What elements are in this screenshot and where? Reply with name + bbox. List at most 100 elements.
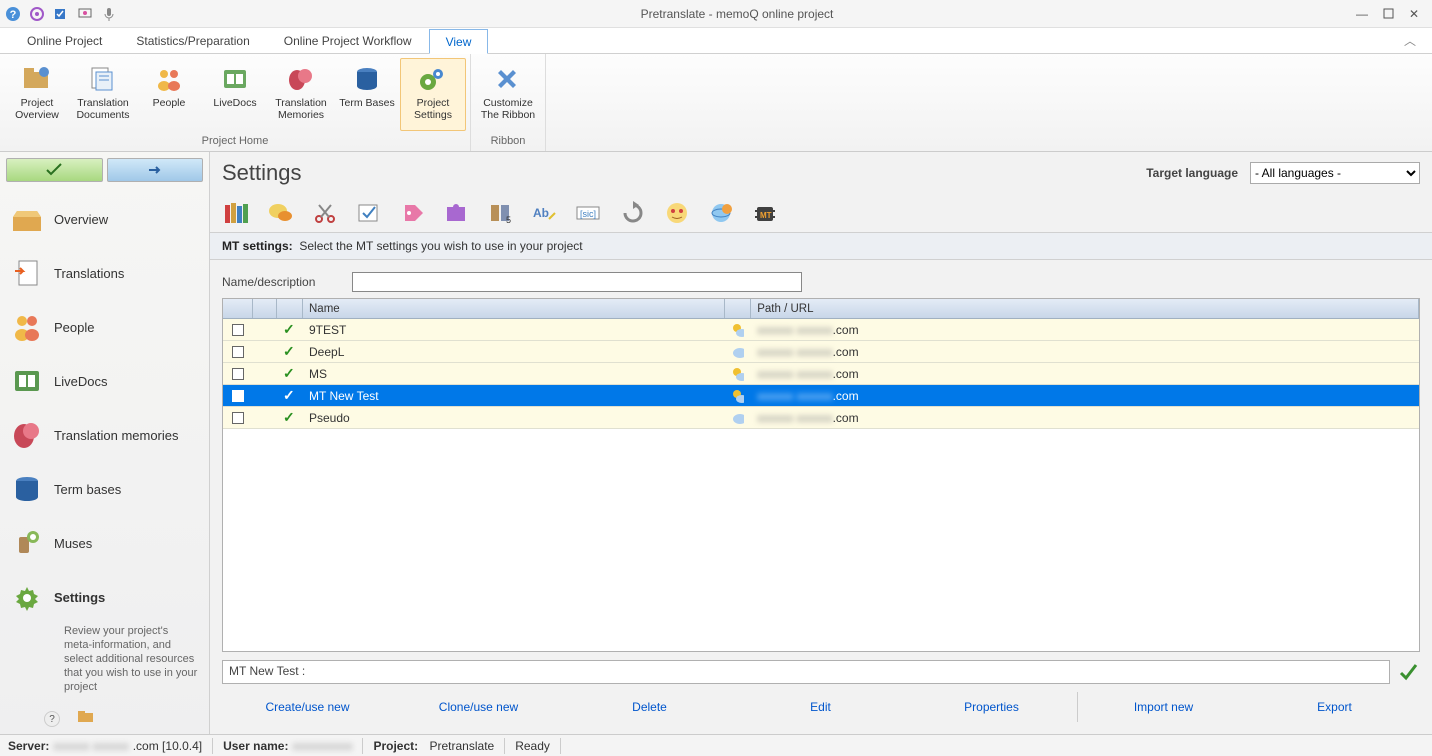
ribbon-translation-memories[interactable]: Translation Memories bbox=[268, 58, 334, 131]
ribbon-group-title: Ribbon bbox=[471, 133, 545, 151]
tb-sic-icon[interactable]: [sic] bbox=[574, 200, 604, 226]
sidebar-item-overview[interactable]: Overview bbox=[0, 192, 209, 246]
translation-documents-icon bbox=[87, 63, 119, 95]
table-row[interactable]: ✓9TESTxxxxxx xxxxxx.com bbox=[223, 319, 1419, 341]
filter-label: Name/description bbox=[222, 275, 342, 289]
mode-button-commit[interactable] bbox=[6, 158, 103, 182]
muses-nav-icon bbox=[10, 526, 44, 560]
row-name: MT New Test bbox=[303, 385, 725, 406]
action-create-use-new[interactable]: Create/use new bbox=[222, 690, 393, 724]
sidebar-item-people[interactable]: People bbox=[0, 300, 209, 354]
ribbon-project-settings[interactable]: Project Settings bbox=[400, 58, 466, 131]
ribbon-livedocs[interactable]: LiveDocs bbox=[202, 58, 268, 131]
ribbon-translation-documents[interactable]: Translation Documents bbox=[70, 58, 136, 131]
help-desc-icon[interactable]: ? bbox=[44, 711, 60, 727]
table-row[interactable]: ✓DeepLxxxxxx xxxxxx.com bbox=[223, 341, 1419, 363]
sidebar-item-muses[interactable]: Muses bbox=[0, 516, 209, 570]
row-checkbox[interactable] bbox=[223, 341, 253, 362]
sb-project-label: Project: bbox=[373, 739, 418, 753]
header-name[interactable]: Name bbox=[303, 299, 725, 318]
ribbon-project-overview[interactable]: Project Overview bbox=[4, 58, 70, 131]
people-nav-icon bbox=[10, 310, 44, 344]
sb-sep bbox=[212, 738, 213, 754]
ribbon-group-title: Project Home bbox=[0, 133, 470, 151]
row-status-icon: ✓ bbox=[277, 319, 303, 340]
window-title: Pretranslate - memoQ online project bbox=[118, 7, 1356, 21]
table-row[interactable]: ✓MT New Testxxxxxx xxxxxx.com bbox=[223, 385, 1419, 407]
row-checkbox[interactable] bbox=[223, 363, 253, 384]
mic-icon[interactable] bbox=[100, 5, 118, 23]
tb-puzzle-icon[interactable] bbox=[442, 200, 472, 226]
livedocs-nav-icon bbox=[10, 364, 44, 398]
tb-books-icon[interactable] bbox=[222, 200, 252, 226]
detail-box: MT New Test : bbox=[222, 660, 1390, 684]
sidebar-item-livedocs[interactable]: LiveDocs bbox=[0, 354, 209, 408]
tb-globe-icon[interactable] bbox=[706, 200, 736, 226]
tb-abc-icon[interactable]: Ab bbox=[530, 200, 560, 226]
tab-view[interactable]: View bbox=[429, 29, 489, 54]
action-import-new[interactable]: Import new bbox=[1078, 690, 1249, 724]
help-icon[interactable]: ? bbox=[4, 5, 22, 23]
tb-segment-icon[interactable]: 5 bbox=[486, 200, 516, 226]
action-clone-use-new[interactable]: Clone/use new bbox=[393, 690, 564, 724]
row-cloud-icon bbox=[725, 385, 751, 406]
maximize-button[interactable] bbox=[1382, 8, 1394, 20]
quick-access-toolbar: ? bbox=[4, 5, 118, 23]
tb-tag-icon[interactable] bbox=[398, 200, 428, 226]
action-edit[interactable]: Edit bbox=[735, 690, 906, 724]
customize-ribbon-icon bbox=[492, 63, 524, 95]
tb-mt-icon[interactable]: MT bbox=[750, 200, 780, 226]
sidebar-item-term-bases[interactable]: Term bases bbox=[0, 462, 209, 516]
tb-chat-icon[interactable] bbox=[266, 200, 296, 226]
action-export[interactable]: Export bbox=[1249, 690, 1420, 724]
tb-nav-icon bbox=[10, 472, 44, 506]
table-row[interactable]: ✓MSxxxxxx xxxxxx.com bbox=[223, 363, 1419, 385]
people-icon bbox=[153, 63, 185, 95]
row-checkbox[interactable] bbox=[223, 407, 253, 428]
sidebar-nav: Overview Translations People LiveDocs Tr… bbox=[0, 188, 209, 738]
filter-input[interactable] bbox=[352, 272, 802, 292]
row-checkbox[interactable] bbox=[223, 385, 253, 406]
tab-statistics-preparation[interactable]: Statistics/Preparation bbox=[119, 28, 266, 53]
sb-sep bbox=[362, 738, 363, 754]
tab-online-project-workflow[interactable]: Online Project Workflow bbox=[267, 28, 429, 53]
row-blank bbox=[253, 385, 277, 406]
table-row[interactable]: ✓Pseudoxxxxxx xxxxxx.com bbox=[223, 407, 1419, 429]
row-checkbox[interactable] bbox=[223, 319, 253, 340]
desc-text: Select the MT settings you wish to use i… bbox=[299, 239, 582, 253]
sidebar-item-translation-memories[interactable]: Translation memories bbox=[0, 408, 209, 462]
ribbon-people[interactable]: People bbox=[136, 58, 202, 131]
collapse-ribbon-icon[interactable]: ︿ bbox=[1388, 28, 1432, 53]
settings-nav-icon bbox=[10, 580, 44, 614]
ribbon-term-bases[interactable]: Term Bases bbox=[334, 58, 400, 131]
row-name: 9TEST bbox=[303, 319, 725, 340]
tb-scissors-icon[interactable] bbox=[310, 200, 340, 226]
header-cloud bbox=[725, 299, 751, 318]
monitor-icon[interactable] bbox=[76, 5, 94, 23]
ribbon-group-ribbon: Customize The Ribbon Ribbon bbox=[471, 54, 546, 151]
workspace: Overview Translations People LiveDocs Tr… bbox=[0, 152, 1432, 734]
row-path: xxxxxx xxxxxx.com bbox=[751, 341, 1419, 362]
tb-check-icon[interactable] bbox=[354, 200, 384, 226]
header-path[interactable]: Path / URL bbox=[751, 299, 1419, 318]
sidebar-item-collapsed[interactable] bbox=[66, 704, 209, 734]
minimize-button[interactable]: — bbox=[1356, 8, 1368, 20]
tb-refresh-icon[interactable] bbox=[618, 200, 648, 226]
apply-icon[interactable] bbox=[1396, 660, 1420, 684]
main-header: Settings Target language - All languages… bbox=[210, 152, 1432, 190]
close-button[interactable]: ✕ bbox=[1408, 8, 1420, 20]
action-properties[interactable]: Properties bbox=[906, 690, 1077, 724]
gear-icon[interactable] bbox=[28, 5, 46, 23]
mode-button-sync[interactable] bbox=[107, 158, 204, 182]
row-path: xxxxxx xxxxxx.com bbox=[751, 407, 1419, 428]
ribbon-customize-the-ribbon[interactable]: Customize The Ribbon bbox=[475, 58, 541, 131]
target-lang-select[interactable]: - All languages - bbox=[1250, 162, 1420, 184]
tb-face-icon[interactable] bbox=[662, 200, 692, 226]
action-delete[interactable]: Delete bbox=[564, 690, 735, 724]
sidebar-item-settings[interactable]: Settings bbox=[0, 570, 209, 624]
window-controls: — ✕ bbox=[1356, 8, 1428, 20]
sidebar-item-translations[interactable]: Translations bbox=[0, 246, 209, 300]
row-cloud-icon bbox=[725, 319, 751, 340]
tab-online-project[interactable]: Online Project bbox=[10, 28, 119, 53]
task-icon[interactable] bbox=[52, 5, 70, 23]
